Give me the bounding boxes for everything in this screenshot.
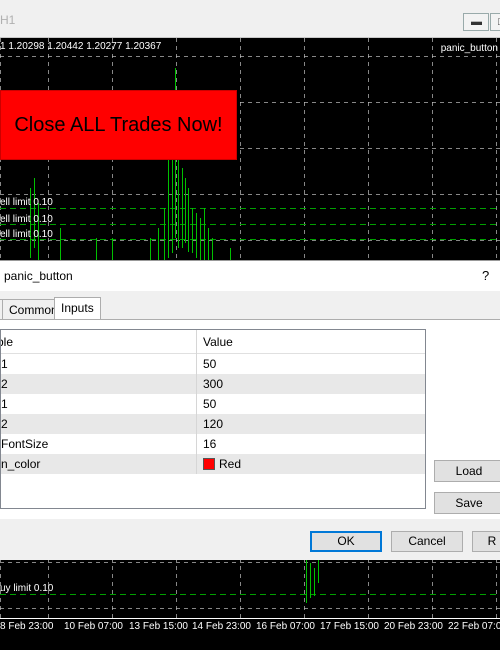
column-header-value[interactable]: Value	[203, 330, 423, 354]
date-tick: 8 Feb 23:00	[0, 621, 54, 632]
param-name: 1	[1, 354, 197, 374]
param-value[interactable]: 16	[203, 434, 423, 454]
load-button[interactable]: Load	[434, 460, 500, 482]
minimize-icon: ▬	[471, 16, 482, 28]
param-name: n_color	[1, 454, 197, 474]
save-button[interactable]: Save	[434, 492, 500, 514]
param-value[interactable]: 50	[203, 394, 423, 414]
param-value[interactable]: 300	[203, 374, 423, 394]
dialog-title: panic_button	[4, 269, 73, 283]
param-value[interactable]: Red	[203, 454, 423, 474]
param-value[interactable]: 120	[203, 414, 423, 434]
date-tick: 22 Feb 07:00	[448, 621, 500, 632]
inputs-table: ble Value 1 50 2 300 1 50 2 120 FontSize…	[0, 329, 426, 509]
ok-button[interactable]: OK	[310, 531, 382, 552]
date-tick: 10 Feb 07:00	[64, 621, 123, 632]
date-tick: 13 Feb 15:00	[129, 621, 188, 632]
order-label: uy limit 0.10	[0, 583, 54, 594]
date-tick: 14 Feb 23:00	[192, 621, 251, 632]
param-name: FontSize	[1, 434, 197, 454]
tab-inputs[interactable]: Inputs	[54, 297, 101, 320]
dialog-titlebar: panic_button ?	[0, 261, 500, 291]
inputs-panel: ble Value 1 50 2 300 1 50 2 120 FontSize…	[0, 319, 500, 519]
window-title: H1	[0, 13, 16, 27]
table-row[interactable]: 1 50	[1, 354, 425, 374]
table-row[interactable]: 1 50	[1, 394, 425, 414]
param-value[interactable]: 50	[203, 354, 423, 374]
date-tick: 20 Feb 23:00	[384, 621, 443, 632]
order-label: ell limit 0.10	[0, 214, 53, 225]
date-tick: 16 Feb 07:00	[256, 621, 315, 632]
maximize-button[interactable]: □	[490, 13, 500, 31]
table-row[interactable]: 2 300	[1, 374, 425, 394]
reset-button[interactable]: R	[472, 531, 500, 552]
help-button[interactable]: ?	[482, 268, 489, 283]
param-name: 2	[1, 414, 197, 434]
minimize-button[interactable]: ▬	[463, 13, 489, 31]
table-row[interactable]: FontSize 16	[1, 434, 425, 454]
order-label: ell limit 0.10	[0, 197, 53, 208]
indicator-name: panic_button	[440, 43, 498, 54]
date-axis: 8 Feb 23:00 10 Feb 07:00 13 Feb 15:00 14…	[0, 618, 500, 650]
date-tick: 17 Feb 15:00	[320, 621, 379, 632]
cancel-button[interactable]: Cancel	[391, 531, 463, 552]
window-titlebar: H1 ▬ □	[0, 0, 500, 38]
color-swatch	[203, 458, 215, 470]
dialog-tabs: Common Inputs	[0, 297, 500, 320]
close-all-trades-button[interactable]: Close ALL Trades Now!	[0, 90, 237, 160]
order-label: ell limit 0.10	[0, 229, 53, 240]
color-name: Red	[219, 457, 242, 471]
ohlc-readout: 1 1.20298 1.20442 1.20277 1.20367	[0, 41, 162, 52]
table-row[interactable]: 2 120	[1, 414, 425, 434]
properties-dialog: panic_button ? Common Inputs ble Value 1…	[0, 260, 500, 560]
param-name: 1	[1, 394, 197, 414]
param-name: 2	[1, 374, 197, 394]
table-header: ble Value	[1, 330, 425, 354]
table-row[interactable]: n_color Red	[1, 454, 425, 474]
column-header-variable[interactable]: ble	[1, 330, 197, 354]
